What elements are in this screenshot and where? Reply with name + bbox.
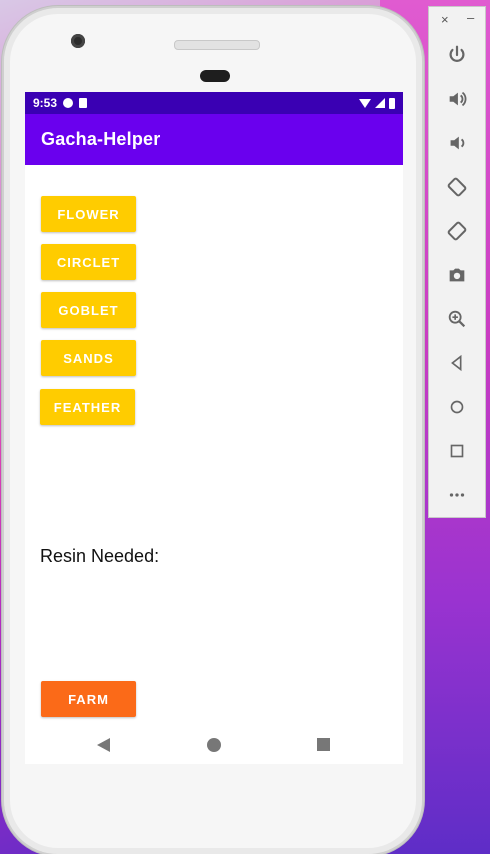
front-camera xyxy=(71,34,85,48)
home-button[interactable] xyxy=(429,385,485,429)
circlet-button[interactable]: CIRCLET xyxy=(41,244,136,280)
home-icon[interactable] xyxy=(207,738,221,752)
screenshot-button[interactable] xyxy=(429,253,485,297)
zoom-icon xyxy=(448,310,466,328)
overview-button[interactable] xyxy=(429,429,485,473)
status-time: 9:53 xyxy=(33,96,58,110)
more-button[interactable] xyxy=(429,473,485,517)
back-icon xyxy=(451,354,462,372)
app-bar: Gacha-Helper xyxy=(25,114,403,165)
volume-up-button[interactable] xyxy=(429,77,485,121)
recents-icon[interactable] xyxy=(317,738,330,751)
phone-frame: 9:53 Gacha-Helper FLOWER CIRCLET GOBLET … xyxy=(2,6,424,854)
navigation-bar xyxy=(25,728,403,764)
wifi-icon xyxy=(359,98,371,108)
device-screen: 9:53 Gacha-Helper FLOWER CIRCLET GOBLET … xyxy=(25,92,403,764)
rotate-right-button[interactable] xyxy=(429,209,485,253)
main-content: FLOWER CIRCLET GOBLET SANDS FEATHER Resi… xyxy=(25,165,403,730)
minimize-window-button[interactable]: – xyxy=(467,10,474,25)
close-window-button[interactable]: × xyxy=(441,12,449,27)
emulator-control-panel: × – xyxy=(428,6,486,518)
more-icon xyxy=(449,493,465,497)
home-icon xyxy=(450,400,464,414)
flower-button[interactable]: FLOWER xyxy=(41,196,136,232)
volume-up-icon xyxy=(449,91,467,107)
power-button[interactable] xyxy=(429,33,485,77)
notification-icon xyxy=(63,98,74,108)
volume-down-button[interactable] xyxy=(429,121,485,165)
resin-needed-label: Resin Needed: xyxy=(40,546,160,566)
back-button[interactable] xyxy=(429,341,485,385)
proximity-sensor xyxy=(200,70,230,82)
goblet-button[interactable]: GOBLET xyxy=(41,292,136,328)
back-icon[interactable] xyxy=(97,738,110,752)
earpiece-speaker xyxy=(174,40,260,50)
overview-icon xyxy=(450,444,464,458)
app-title: Gacha-Helper xyxy=(41,129,161,149)
battery-icon xyxy=(389,97,395,109)
rotate-right-icon xyxy=(447,221,467,241)
rotate-left-icon xyxy=(447,177,467,197)
sd-card-icon xyxy=(79,98,88,108)
status-bar: 9:53 xyxy=(25,92,403,114)
farm-button[interactable]: FARM xyxy=(41,681,136,717)
camera-icon xyxy=(449,268,465,282)
feather-button[interactable]: FEATHER xyxy=(40,389,135,425)
zoom-button[interactable] xyxy=(429,297,485,341)
rotate-left-button[interactable] xyxy=(429,165,485,209)
power-icon xyxy=(449,45,465,62)
sands-button[interactable]: SANDS xyxy=(41,340,136,376)
volume-down-icon xyxy=(450,136,465,150)
signal-icon xyxy=(375,98,385,108)
